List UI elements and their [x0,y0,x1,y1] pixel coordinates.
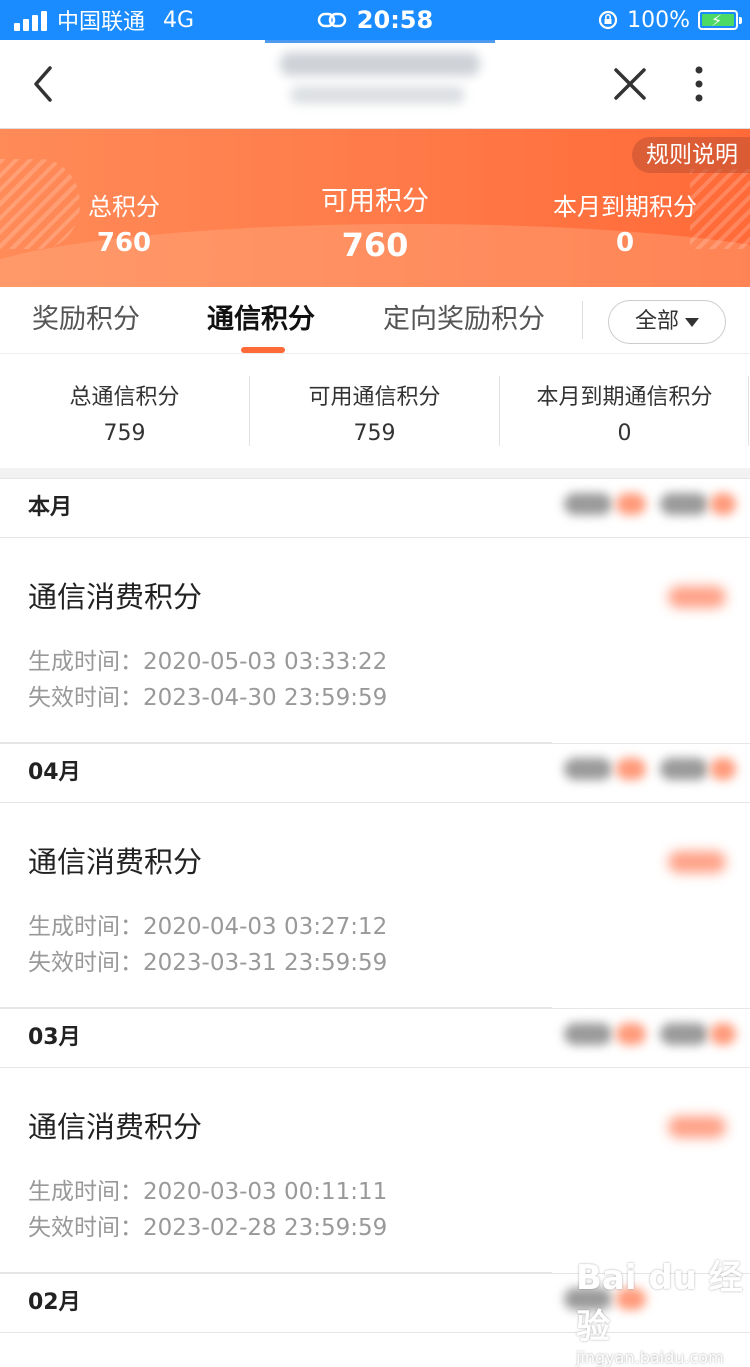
baidu-watermark-logo: Bai du 经验 jingyan.baidu.com [576,1250,746,1367]
tab-targeted-reward-points[interactable]: 定向奖励积分 [383,287,545,353]
tab-reward-points[interactable]: 奖励积分 [32,287,140,353]
record-title: 通信消费积分 [28,580,203,614]
tab-telecom-points[interactable]: 通信积分 [207,287,315,353]
active-tab-indicator [241,347,285,353]
watermark-site: jingyan.baidu.com [576,1348,724,1367]
stat-label: 总通信积分 [69,385,180,410]
month-label: 03月 [28,1025,81,1050]
rules-button[interactable]: 规则说明 [632,137,750,173]
total-points-value: 760 [96,228,152,258]
expiring-points: 本月到期积分 0 [535,187,715,258]
telecom-points-stats: 总通信积分 759 可用通信积分 759 本月到期通信积分 0 [0,354,750,468]
battery-percent: 100% [627,7,690,33]
expiring-points-label: 本月到期积分 [553,193,697,221]
stat-value: 759 [103,421,146,446]
points-tabs: 奖励积分 通信积分 定向奖励积分 全部 [0,287,750,354]
caret-down-icon [685,317,699,327]
record-points-blurred [668,1116,726,1138]
nav-bar [0,40,750,129]
page-title-blurred [265,40,495,128]
record-generated-time: 生成时间：2020-05-03 03:33:22 [28,649,388,675]
month-header: 04月 [0,743,750,803]
record-points-blurred [668,851,726,873]
expiring-points-value: 0 [615,228,635,258]
stat-available-telecom: 可用通信积分 759 [250,354,499,468]
back-icon[interactable] [26,62,66,106]
filter-dropdown[interactable]: 全部 [608,300,726,344]
month-summary-blurred [560,1023,740,1053]
clock: 20:58 [356,6,434,34]
record-points-blurred [668,586,726,608]
status-bar: 中国联通 4G 20:58 100% ⚡ [0,0,750,40]
record-title: 通信消费积分 [28,1110,203,1144]
total-points-label: 总积分 [88,193,160,221]
available-points: 可用积分 760 [285,179,465,264]
stat-total-telecom: 总通信积分 759 [0,354,249,468]
total-points: 总积分 760 [44,187,204,258]
record-generated-time: 生成时间：2020-03-03 00:11:11 [28,1179,388,1205]
tab-divider [582,301,583,339]
month-label: 04月 [28,760,81,785]
stat-label: 可用通信积分 [308,385,441,410]
link-icon [317,12,347,28]
points-summary-header: 规则说明 总积分 760 可用积分 760 本月到期积分 0 [0,129,750,287]
stat-expiring-telecom: 本月到期通信积分 0 [500,354,749,468]
month-header: 03月 [0,1008,750,1068]
available-points-value: 760 [341,226,409,264]
record-expire-time: 失效时间：2023-02-28 23:59:59 [28,1215,388,1241]
more-icon[interactable] [684,62,714,106]
month-summary-blurred [560,758,740,788]
filter-label: 全部 [634,309,679,334]
month-summary-blurred [560,493,740,523]
section-gap [0,468,750,478]
record-generated-time: 生成时间：2020-04-03 03:27:12 [28,914,388,940]
stat-value: 759 [353,421,396,446]
watermark-brand: Bai du 经验 [576,1258,743,1347]
month-label: 本月 [28,495,73,520]
points-record-list: 本月 通信消费积分 生成时间：2020-05-03 03:33:22 失效时间：… [0,478,750,1333]
rotation-lock-icon [598,10,618,30]
list-item[interactable]: 通信消费积分 生成时间：2020-05-03 03:33:22 失效时间：202… [0,538,750,743]
stat-label: 本月到期通信积分 [536,385,713,410]
month-label: 02月 [28,1290,81,1315]
record-expire-time: 失效时间：2023-03-31 23:59:59 [28,950,388,976]
available-points-label: 可用积分 [321,186,429,217]
list-item[interactable]: 通信消费积分 生成时间：2020-04-03 03:27:12 失效时间：202… [0,803,750,1008]
record-title: 通信消费积分 [28,845,203,879]
list-item[interactable]: 通信消费积分 生成时间：2020-03-03 00:11:11 失效时间：202… [0,1068,750,1273]
stat-value: 0 [617,421,632,446]
record-expire-time: 失效时间：2023-04-30 23:59:59 [28,685,388,711]
month-header: 本月 [0,478,750,538]
battery-icon: ⚡ [698,10,742,30]
close-icon[interactable] [608,62,652,106]
